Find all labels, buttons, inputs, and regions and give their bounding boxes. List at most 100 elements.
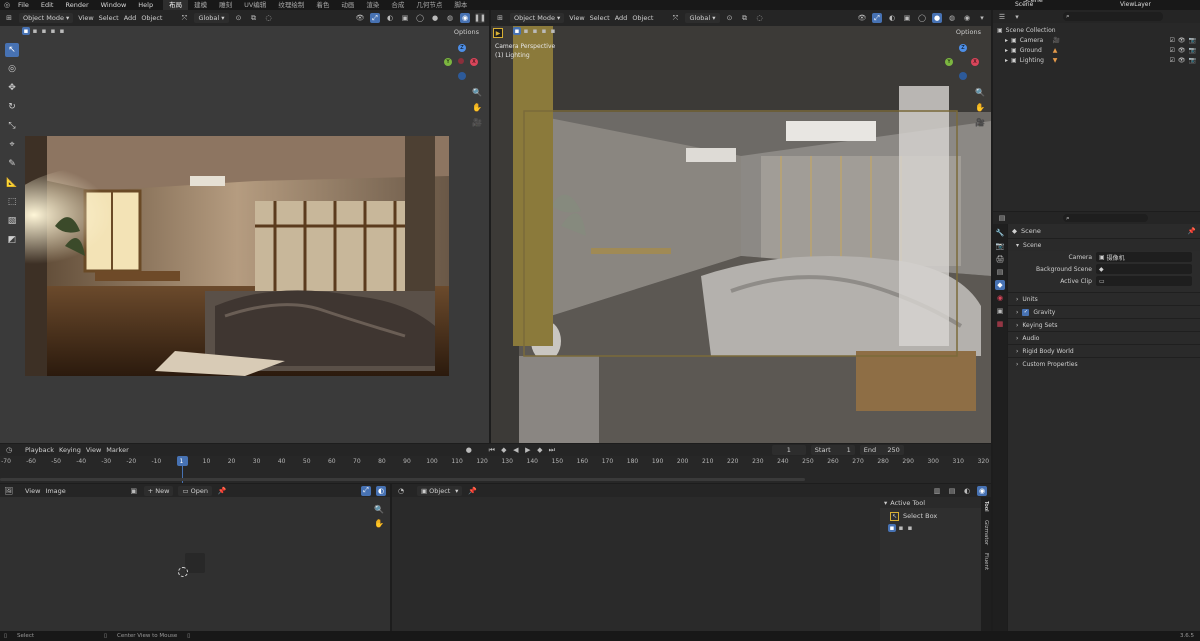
measure-tool-icon[interactable]: 📐: [5, 176, 19, 190]
workspace-tab-modeling[interactable]: 建模: [188, 0, 213, 10]
pause-render-icon[interactable]: ❚❚: [474, 13, 486, 23]
cursor-tool-icon[interactable]: ◎: [5, 62, 19, 76]
shading-material-icon[interactable]: ◍: [947, 13, 957, 23]
overlay-icon[interactable]: ◐: [962, 486, 972, 496]
expand-arrow-icon[interactable]: ▸: [1005, 47, 1008, 54]
image-browse-icon[interactable]: ▣: [129, 486, 139, 496]
workspace-tab-animation[interactable]: 动画: [335, 0, 360, 10]
shading-solid-icon[interactable]: ●: [430, 13, 440, 23]
play-reverse-icon[interactable]: ◀: [511, 445, 521, 455]
start-frame-field[interactable]: Start 1: [810, 445, 855, 455]
select-invert-icon[interactable]: ▪: [540, 27, 548, 35]
units-section[interactable]: › Units: [1008, 292, 1200, 305]
collection-tab-icon[interactable]: ▣: [995, 306, 1005, 316]
navigation-gizmo[interactable]: Z Y X: [945, 44, 981, 80]
pin-icon[interactable]: 📌: [467, 486, 477, 496]
render-camera-icon[interactable]: 📷: [1189, 47, 1196, 54]
scene-name[interactable]: Scene: [1015, 1, 1033, 8]
texture-tab-icon[interactable]: ▦: [995, 319, 1005, 329]
outliner-search-input[interactable]: ⌕: [1063, 12, 1163, 21]
scene-tab-icon[interactable]: ◆: [995, 280, 1005, 290]
zoom-icon[interactable]: 🔍: [974, 86, 986, 98]
workspace-tab-geometry-nodes[interactable]: 几何节点: [410, 0, 448, 10]
shading-solid-icon[interactable]: ●: [932, 13, 942, 23]
prev-keyframe-icon[interactable]: ◆: [499, 445, 509, 455]
pivot-icon[interactable]: ⊙: [725, 13, 735, 23]
menu-view[interactable]: View: [569, 14, 584, 22]
visibility-icon[interactable]: 👁: [355, 13, 365, 23]
menu-playback[interactable]: Playback: [25, 446, 54, 454]
overlay-icon[interactable]: ◐: [376, 485, 386, 496]
node-editor-icon[interactable]: ◔: [396, 486, 406, 496]
zoom-icon[interactable]: 🔍: [471, 86, 483, 98]
workspace-tab-rendering[interactable]: 渲染: [360, 0, 385, 10]
shading-rendered-icon[interactable]: ◉: [962, 13, 972, 23]
gizmo-z-axis[interactable]: Z: [458, 44, 466, 52]
shading-options-icon[interactable]: ▾: [977, 13, 987, 23]
tab-gizmator[interactable]: Gizmator: [983, 516, 989, 549]
eye-icon[interactable]: 👁: [1178, 47, 1186, 54]
background-scene-field[interactable]: ◆: [1096, 264, 1192, 274]
select-new-icon[interactable]: ▪: [888, 524, 896, 532]
rotate-tool-icon[interactable]: ↻: [5, 100, 19, 114]
pan-hand-icon[interactable]: ✋: [373, 517, 385, 529]
extra-tool-1-icon[interactable]: ▧: [5, 214, 19, 228]
menu-add[interactable]: Add: [615, 14, 628, 22]
select-extend-icon[interactable]: ▪: [897, 524, 905, 532]
shading-rendered-icon[interactable]: ◉: [460, 13, 470, 23]
gizmo-neg-z[interactable]: [959, 72, 967, 80]
proportional-edit-icon[interactable]: ◌: [755, 13, 765, 23]
scene-section-header[interactable]: ▾ Scene: [1008, 238, 1200, 251]
timeline-area[interactable]: -70 -60 -50 -40 -30 -20 -10 1 10 20 30 40 50 60 70 80 90…: [0, 456, 991, 483]
gizmo-y-axis[interactable]: Y: [945, 58, 953, 66]
gizmo-neg-x[interactable]: [458, 58, 464, 64]
select-new-icon[interactable]: ▪: [22, 27, 30, 35]
gizmo-z-axis[interactable]: Z: [959, 44, 967, 52]
workspace-tab-texture-paint[interactable]: 纹理绘制: [272, 0, 310, 10]
options-menu[interactable]: Options: [454, 28, 479, 36]
snap-mode-icon[interactable]: ▤: [947, 486, 957, 496]
expand-arrow-icon[interactable]: ▸: [1005, 57, 1008, 64]
end-frame-field[interactable]: End 250: [859, 445, 904, 455]
object-mode-dropdown[interactable]: Object Mode ▾: [19, 13, 74, 23]
transform-orientation-icon[interactable]: ⤧: [179, 13, 189, 23]
select-extend-icon[interactable]: ▪: [522, 27, 530, 35]
jump-start-icon[interactable]: ⏮: [487, 445, 497, 455]
menu-object[interactable]: Object: [632, 14, 653, 22]
active-clip-field[interactable]: ▭: [1096, 276, 1192, 286]
filter-icon[interactable]: ▾: [1012, 12, 1022, 22]
tab-fluent[interactable]: Fluent: [983, 549, 989, 574]
select-box-row[interactable]: ↖ Select Box: [880, 508, 981, 524]
right-viewport[interactable]: ▶ ▪ ▪ ▪ ▪ ▪ Camera Perspective (1) Light…: [491, 26, 991, 443]
navigation-gizmo[interactable]: Z Y X: [444, 44, 480, 80]
overlay-icon[interactable]: ◐: [887, 13, 897, 23]
camera-field[interactable]: ▣ 摄像机: [1096, 252, 1192, 262]
properties-editor-icon[interactable]: ▤: [997, 213, 1007, 223]
select-extend-icon[interactable]: ▪: [31, 27, 39, 35]
workspace-tab-scripting[interactable]: 脚本: [448, 0, 473, 10]
node-editor-area[interactable]: [392, 497, 880, 631]
timeline-editor-icon[interactable]: ◷: [4, 445, 14, 455]
menu-select[interactable]: Select: [99, 14, 119, 22]
select-box-tool-icon[interactable]: ↖: [5, 43, 19, 57]
select-new-icon[interactable]: ▪: [513, 27, 521, 35]
menu-select[interactable]: Select: [590, 14, 610, 22]
output-tab-icon[interactable]: 🖨: [995, 254, 1005, 264]
transform-tool-icon[interactable]: ⌖: [5, 138, 19, 152]
object-mode-dropdown[interactable]: Object Mode ▾: [510, 13, 565, 23]
transform-orientation-dropdown[interactable]: Global ▾: [685, 13, 720, 23]
menu-add[interactable]: Add: [124, 14, 137, 22]
properties-search-input[interactable]: ⌕: [1063, 214, 1148, 222]
jump-end-icon[interactable]: ⏭: [547, 445, 557, 455]
menu-render[interactable]: Render: [59, 0, 94, 10]
gizmo-toggle-icon[interactable]: ⤢: [872, 13, 882, 23]
xray-icon[interactable]: ▣: [400, 13, 410, 23]
render-tab-icon[interactable]: 📷: [995, 241, 1005, 251]
workspace-tab-sculpting[interactable]: 雕刻: [213, 0, 238, 10]
snap-icon[interactable]: ▥: [932, 486, 942, 496]
menu-marker[interactable]: Marker: [106, 446, 128, 454]
node-type-dropdown[interactable]: ▣ Object ▾: [417, 485, 463, 496]
rigid-body-world-section[interactable]: › Rigid Body World: [1008, 344, 1200, 357]
snap-icon[interactable]: ⧉: [249, 13, 259, 23]
eye-icon[interactable]: 👁: [1178, 37, 1186, 44]
